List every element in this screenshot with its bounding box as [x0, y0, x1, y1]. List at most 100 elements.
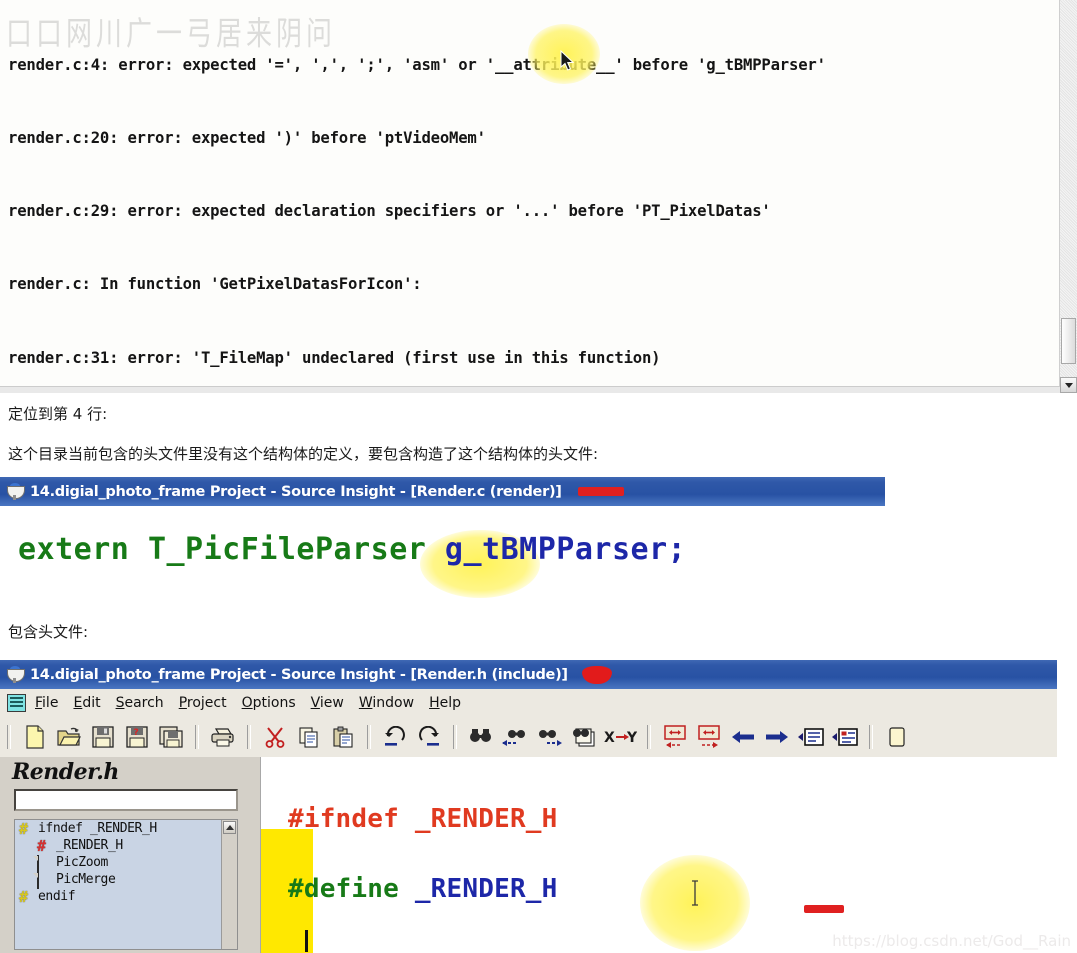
find-next-icon[interactable] — [534, 723, 564, 751]
editor-code: #ifndef _RENDER_H #define _RENDER_H #inc… — [288, 767, 700, 953]
document-icon — [7, 694, 26, 712]
open-folder-icon[interactable] — [54, 723, 84, 751]
terminal-line: render.c:4: error: expected '=', ',', ';… — [8, 55, 826, 74]
note-line-2: 这个目录当前包含的头文件里没有这个结构体的定义，要包含构造了这个结构体的头文件: — [8, 445, 599, 463]
code-token: _RENDER_H — [414, 874, 558, 904]
find-in-files-icon[interactable] — [568, 723, 598, 751]
terminal-scrollbar[interactable] — [1059, 0, 1077, 393]
symbol-tree-item[interactable]: # ifndef _RENDER_H — [15, 820, 237, 837]
menu-item-search[interactable]: Search — [116, 695, 164, 711]
forward-arrow-icon[interactable] — [762, 723, 792, 751]
hash-red-icon: # — [37, 836, 46, 855]
symbol-tree-item[interactable]: PicZoom — [15, 854, 237, 872]
redo-icon[interactable] — [414, 723, 444, 751]
window-title: 14.digial_photo_frame Project - Source I… — [30, 483, 562, 500]
paste-icon[interactable] — [328, 723, 358, 751]
menu-bar: File Edit Search Project Options View Wi… — [0, 689, 1057, 718]
note-line-3: 包含头文件: — [8, 623, 89, 641]
back-arrow-icon[interactable] — [728, 723, 758, 751]
red-dash-annotation-include — [804, 905, 844, 913]
jump-to-caller-icon[interactable] — [830, 723, 860, 751]
jump-to-definition-icon[interactable] — [796, 723, 826, 751]
snippet-code-line: extern T_PicFileParser g_tBMPParser; — [18, 532, 686, 567]
code-token: #ifndef — [288, 804, 415, 834]
toolbar-separator — [195, 725, 199, 749]
toolbar: ? X Y — [0, 717, 1057, 758]
snippet-token-type: T_PicFileParser — [147, 532, 445, 567]
save-as-icon[interactable]: ? — [122, 723, 152, 751]
menu-item-view[interactable]: View — [311, 695, 344, 711]
symbol-tree-item[interactable]: # endif — [15, 888, 237, 905]
toolbar-separator — [367, 725, 371, 749]
symbol-tree-item[interactable]: PicMerge — [15, 871, 237, 889]
menu-item-options[interactable]: Options — [242, 695, 296, 711]
symbol-filter-input[interactable] — [14, 789, 238, 811]
symbol-tree[interactable]: # ifndef _RENDER_H # _RENDER_H PicZoom P… — [14, 819, 238, 950]
source-insight-icon — [6, 482, 25, 501]
snippet-token-semicolon: ; — [667, 532, 687, 567]
menu-item-edit[interactable]: Edit — [73, 695, 100, 711]
menu-item-window[interactable]: Window — [359, 695, 414, 711]
hash-yellow-icon: # — [19, 887, 28, 906]
terminal-line: render.c:29: error: expected declaration… — [8, 202, 771, 221]
chevron-down-icon — [1064, 382, 1073, 388]
note-line-1: 定位到第 4 行: — [8, 405, 108, 423]
terminal-bottom-edge — [0, 386, 1060, 393]
replace-xy-icon[interactable]: XY — [602, 723, 638, 751]
window-title: 14.digial_photo_frame Project - Source I… — [30, 666, 568, 683]
menu-item-project[interactable]: Project — [179, 695, 227, 711]
symbol-label: ifndef _RENDER_H — [38, 821, 157, 836]
snippet-token-extern: extern — [18, 532, 148, 567]
symbol-label: _RENDER_H — [56, 838, 123, 853]
toolbar-separator — [647, 725, 651, 749]
source-insight-render-h-titlebar[interactable]: 14.digial_photo_frame Project - Source I… — [0, 660, 1057, 689]
window-body: Render.h # ifndef _RENDER_H # _RENDER_H … — [0, 757, 1057, 953]
find-icon[interactable] — [466, 723, 496, 751]
save-all-icon[interactable] — [156, 723, 186, 751]
find-previous-icon[interactable] — [500, 723, 530, 751]
context-window-icon[interactable] — [882, 723, 912, 751]
terminal-line: render.c:20: error: expected ')' before … — [8, 129, 486, 148]
scroll-up-button[interactable] — [223, 821, 236, 834]
scroll-down-button[interactable] — [1060, 377, 1077, 393]
terminal-line: render.c:31: error: 'T_FileMap' undeclar… — [8, 348, 661, 367]
svg-text:Y: Y — [626, 730, 637, 746]
page-cyan-icon — [37, 854, 52, 872]
scrollbar-thumb[interactable] — [1061, 318, 1076, 364]
toolbar-separator — [869, 725, 873, 749]
symbol-tree-item[interactable]: # _RENDER_H — [15, 837, 237, 854]
text-ibeam-cursor-icon — [692, 880, 698, 906]
red-dash-annotation — [577, 487, 624, 496]
source-insight-render-c-titlebar[interactable]: 14.digial_photo_frame Project - Source I… — [0, 477, 885, 506]
symbol-label: PicZoom — [56, 855, 108, 870]
svg-text:X: X — [604, 730, 615, 746]
symbol-label: endif — [38, 889, 76, 904]
mouse-pointer-icon — [560, 50, 575, 71]
new-file-icon[interactable] — [20, 723, 50, 751]
toolbar-separator — [7, 725, 11, 749]
save-icon[interactable] — [88, 723, 118, 751]
print-icon[interactable] — [208, 723, 238, 751]
jump-fwd-panel-icon[interactable] — [694, 723, 724, 751]
compiler-output-text: render.c:4: error: expected '=', ',', ';… — [8, 4, 1048, 393]
symbol-label: PicMerge — [56, 872, 116, 887]
cut-scissors-icon[interactable] — [260, 723, 290, 751]
compiler-output-terminal: render.c:4: error: expected '=', ',', ';… — [0, 0, 1077, 393]
red-blob-annotation — [581, 665, 612, 684]
jump-back-panel-icon[interactable] — [660, 723, 690, 751]
undo-icon[interactable] — [380, 723, 410, 751]
toolbar-separator — [453, 725, 457, 749]
code-line: #define _RENDER_H — [288, 872, 700, 907]
menu-item-file[interactable]: File — [35, 695, 58, 711]
terminal-line: render.c: In function 'GetPixelDatasForI… — [8, 275, 422, 294]
menu-item-help[interactable]: Help — [429, 695, 461, 711]
chevron-up-icon — [225, 825, 234, 830]
code-editor[interactable]: #ifndef _RENDER_H #define _RENDER_H #inc… — [248, 757, 1057, 953]
editor-caret — [305, 930, 308, 952]
source-insight-icon — [6, 665, 25, 684]
code-line: #ifndef _RENDER_H — [288, 802, 700, 837]
symbol-tree-scrollbar[interactable] — [221, 820, 237, 949]
svg-text:?: ? — [134, 728, 139, 738]
source-insight-window: File Edit Search Project Options View Wi… — [0, 689, 1057, 953]
copy-icon[interactable] — [294, 723, 324, 751]
